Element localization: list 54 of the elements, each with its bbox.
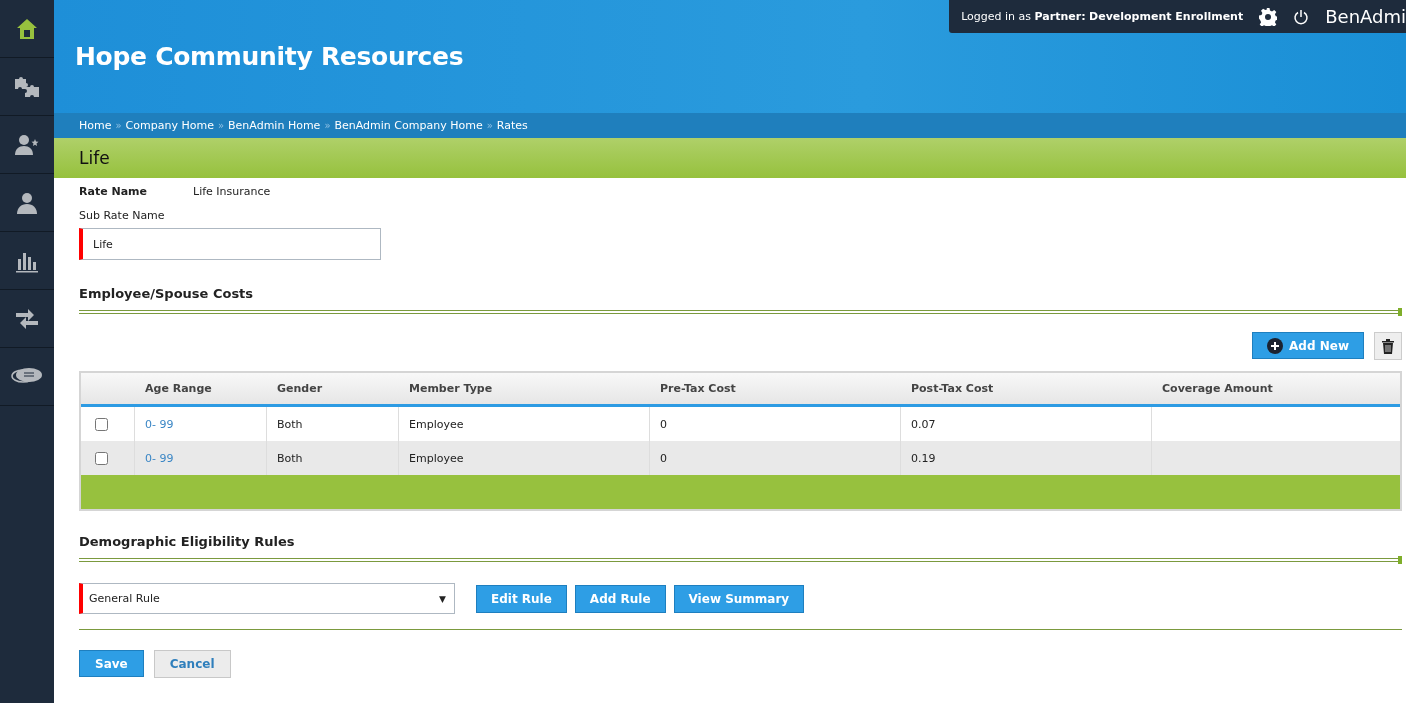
breadcrumb-link[interactable]: BenAdmin Company Home [334, 119, 483, 132]
breadcrumb-link[interactable]: Home [79, 119, 112, 132]
person-icon [15, 190, 39, 215]
login-status: Logged in as Partner: Development Enrollment [961, 10, 1244, 23]
breadcrumb-separator: » [115, 120, 122, 131]
brand-name: BenAdmi [1325, 6, 1406, 27]
row-checkbox[interactable] [95, 417, 108, 431]
trash-icon [1382, 338, 1394, 354]
table-cell: 0 [660, 417, 667, 431]
breadcrumb-separator: » [217, 120, 225, 131]
table-cell: 0.07 [911, 417, 936, 431]
page-title: Life [79, 148, 110, 168]
sub-rate-name-field[interactable]: Life [79, 228, 381, 260]
person-star-icon [14, 132, 40, 157]
section-heading: Employee/Spouse Costs [79, 286, 255, 301]
plus-circle-icon [1267, 337, 1284, 354]
rule-button[interactable]: Edit Rule [476, 584, 567, 613]
breadcrumb-link[interactable]: Company Home [125, 119, 214, 132]
table-cell: 0.19 [911, 451, 936, 465]
puzzle-icon [13, 74, 41, 99]
section-heading: Demographic Eligibility Rules [79, 534, 296, 549]
age-range-link[interactable]: 0- 99 [145, 451, 174, 465]
breadcrumb-separator: » [324, 120, 331, 131]
power-icon[interactable] [1293, 8, 1310, 25]
table-cell: 0 [660, 451, 667, 465]
table-cell: Employee [409, 417, 464, 431]
rate-name-label: Rate Name [79, 185, 148, 198]
home-icon [16, 17, 38, 40]
add-new-button[interactable]: Add New [1252, 332, 1364, 359]
row-checkbox[interactable] [95, 451, 108, 465]
age-range-link[interactable]: 0- 99 [145, 417, 174, 431]
transfer-arrows-icon [14, 307, 40, 330]
rule-dropdown[interactable]: General Rule ▼ [79, 583, 455, 614]
save-button[interactable]: Save [79, 650, 144, 677]
column-header: Age Range [144, 382, 213, 395]
table-cell: Both [277, 451, 303, 465]
rule-button[interactable]: Add Rule [574, 584, 666, 613]
delete-button[interactable] [1374, 332, 1402, 360]
column-header: Pre-Tax Cost [659, 382, 737, 395]
breadcrumb-separator: » [486, 120, 493, 131]
column-header: Gender [276, 382, 324, 395]
table-cell: Both [277, 417, 303, 431]
site-title: Hope Community Resources [75, 42, 464, 71]
table-cell: Employee [409, 451, 464, 465]
rule-button[interactable]: View Summary [673, 584, 805, 613]
cancel-button[interactable]: Cancel [153, 650, 231, 678]
rate-name-value: Life Insurance [193, 185, 271, 198]
column-header: Member Type [408, 382, 494, 395]
settings-icon[interactable] [1259, 7, 1278, 26]
sub-rate-name-label: Sub Rate Name [79, 209, 166, 222]
breadcrumb-link[interactable]: BenAdmin Home [228, 119, 321, 132]
column-header: Coverage Amount [1161, 382, 1274, 395]
breadcrumb-link[interactable]: Rates [496, 119, 528, 132]
column-header: Post-Tax Cost [910, 382, 995, 395]
